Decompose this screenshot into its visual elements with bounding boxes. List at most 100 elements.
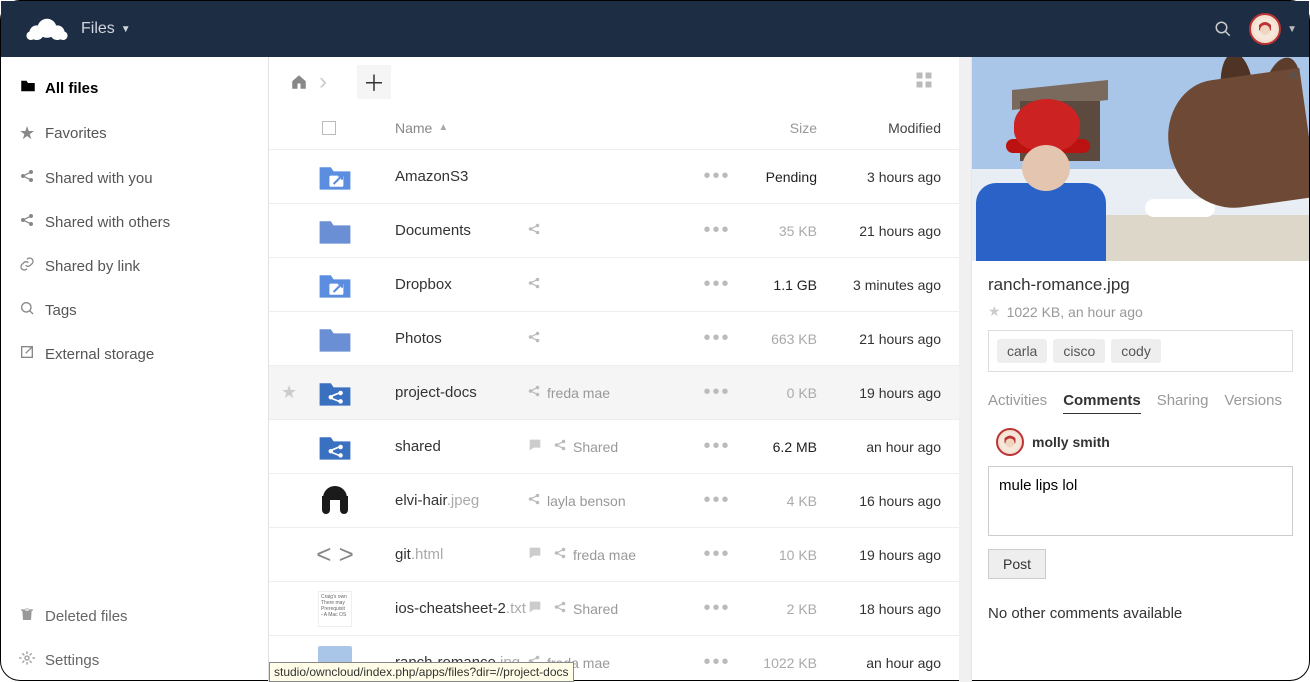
sidebar-item-favorites[interactable]: ★Favorites (1, 111, 268, 156)
share-icon[interactable] (527, 492, 541, 509)
breadcrumb-separator-icon: › (319, 68, 327, 96)
details-tabs: Activities Comments Sharing Versions (988, 392, 1293, 414)
file-modified: 19 hours ago (817, 547, 947, 563)
tab-activities[interactable]: Activities (988, 392, 1047, 414)
search-icon[interactable] (1205, 20, 1241, 38)
share-icon[interactable] (553, 546, 567, 563)
file-row[interactable]: Photos•••663 KB21 hours ago (269, 311, 959, 365)
more-actions-icon[interactable]: ••• (703, 489, 730, 512)
commenter-avatar-icon (996, 428, 1024, 456)
select-all-checkbox[interactable] (322, 121, 336, 135)
details-filename: ranch-romance.jpg (988, 275, 1293, 295)
file-name: Photos (395, 330, 442, 347)
share-icon[interactable] (527, 330, 541, 347)
more-actions-icon[interactable]: ••• (703, 381, 730, 404)
favorite-star-icon[interactable]: ★ (281, 382, 297, 402)
comment-textarea[interactable] (988, 466, 1293, 536)
sidebar-item-external-storage[interactable]: External storage (1, 332, 268, 376)
column-size-header[interactable]: Size (737, 120, 817, 136)
file-size: 0 KB (737, 385, 817, 401)
grid-view-icon[interactable] (915, 71, 933, 94)
file-size: 4 KB (737, 493, 817, 509)
sidebar-item-tags[interactable]: Tags (1, 288, 268, 332)
sidebar-item-shared-with-you[interactable]: Shared with you (1, 156, 268, 200)
share-icon (19, 168, 45, 188)
tag-input[interactable]: carlaciscocody (988, 330, 1293, 372)
share-icon[interactable] (553, 438, 567, 455)
file-row[interactable]: ★project-docsfreda mae•••0 KB19 hours ag… (269, 365, 959, 419)
file-size: 10 KB (737, 547, 817, 563)
home-icon[interactable] (285, 68, 313, 96)
file-thumbnail: × (972, 57, 1309, 261)
more-actions-icon[interactable]: ••• (703, 165, 730, 188)
no-comments-text: No other comments available (988, 605, 1293, 622)
scrollbar[interactable] (959, 57, 971, 682)
more-actions-icon[interactable]: ••• (703, 597, 730, 620)
details-panel: × ranch-romance.jpg ★ 1022 KB, an hour a… (971, 57, 1309, 682)
more-actions-icon[interactable]: ••• (703, 435, 730, 458)
tab-comments[interactable]: Comments (1063, 392, 1141, 414)
file-modified: 18 hours ago (817, 601, 947, 617)
post-button[interactable]: Post (988, 549, 1046, 579)
file-row[interactable]: sharedShared•••6.2 MBan hour ago (269, 419, 959, 473)
sort-asc-icon: ▲ (438, 122, 448, 133)
file-row[interactable]: Dropbox•••1.1 GB3 minutes ago (269, 257, 959, 311)
gear-icon (19, 650, 45, 670)
comment-icon[interactable] (527, 599, 543, 618)
sidebar-item-deleted-files[interactable]: Deleted files (1, 594, 268, 638)
comment-icon[interactable] (527, 545, 543, 564)
share-icon[interactable] (553, 600, 567, 617)
share-icon[interactable] (527, 384, 541, 401)
file-type-icon (317, 323, 353, 355)
star-icon: ★ (19, 123, 45, 144)
sidebar-item-label: External storage (45, 346, 154, 363)
more-actions-icon[interactable]: ••• (703, 651, 730, 674)
more-actions-icon[interactable]: ••• (703, 219, 730, 242)
tag[interactable]: cody (1111, 339, 1161, 363)
close-icon[interactable]: × (1287, 65, 1299, 88)
share-label: layla benson (547, 493, 626, 509)
favorite-star-icon[interactable]: ★ (988, 303, 1001, 320)
share-label: Shared (573, 601, 618, 617)
file-modified: an hour ago (817, 439, 947, 455)
file-size: 6.2 MB (737, 439, 817, 455)
more-actions-icon[interactable]: ••• (703, 327, 730, 350)
share-label: freda mae (547, 385, 610, 401)
column-name-header[interactable]: Name ▲ (395, 120, 527, 136)
share-label: Shared (573, 439, 618, 455)
share-icon[interactable] (527, 276, 541, 293)
app-selector[interactable]: Files ▼ (81, 20, 131, 38)
file-type-icon (317, 269, 353, 301)
user-avatar[interactable] (1249, 13, 1281, 45)
tag[interactable]: carla (997, 339, 1047, 363)
tag-icon (19, 300, 45, 320)
more-actions-icon[interactable]: ••• (703, 273, 730, 296)
more-actions-icon[interactable]: ••• (703, 543, 730, 566)
app-name: Files (81, 20, 115, 38)
comment-icon[interactable] (527, 437, 543, 456)
file-row[interactable]: elvi-hair.jpeglayla benson•••4 KB16 hour… (269, 473, 959, 527)
file-row[interactable]: < >git.htmlfreda mae•••10 KB19 hours ago (269, 527, 959, 581)
sidebar-item-all-files[interactable]: All files (1, 65, 268, 111)
file-name: project-docs (395, 384, 477, 401)
sidebar-item-shared-with-others[interactable]: Shared with others (1, 200, 268, 244)
column-modified-header[interactable]: Modified (817, 120, 947, 136)
sidebar-item-label: Favorites (45, 125, 107, 142)
breadcrumb-toolbar: › ＋ (269, 57, 959, 107)
file-type-icon (317, 431, 353, 463)
file-type-icon (317, 377, 353, 409)
file-row[interactable]: Craig's ownThere mayPrerequisit- A Mac O… (269, 581, 959, 635)
share-icon[interactable] (527, 222, 541, 239)
sidebar-item-shared-by-link[interactable]: Shared by link (1, 244, 268, 288)
file-row[interactable]: AmazonS3•••Pending3 hours ago (269, 149, 959, 203)
file-row[interactable]: Documents•••35 KB21 hours ago (269, 203, 959, 257)
tag[interactable]: cisco (1053, 339, 1105, 363)
tab-sharing[interactable]: Sharing (1157, 392, 1209, 414)
user-menu-caret-icon[interactable]: ▼ (1287, 24, 1297, 35)
tab-versions[interactable]: Versions (1224, 392, 1282, 414)
owncloud-logo-icon[interactable] (25, 16, 69, 42)
new-button[interactable]: ＋ (357, 65, 391, 99)
sidebar-item-label: Tags (45, 302, 77, 319)
sidebar-item-settings[interactable]: Settings (1, 638, 268, 682)
table-header: Name ▲ Size Modified (269, 107, 959, 149)
